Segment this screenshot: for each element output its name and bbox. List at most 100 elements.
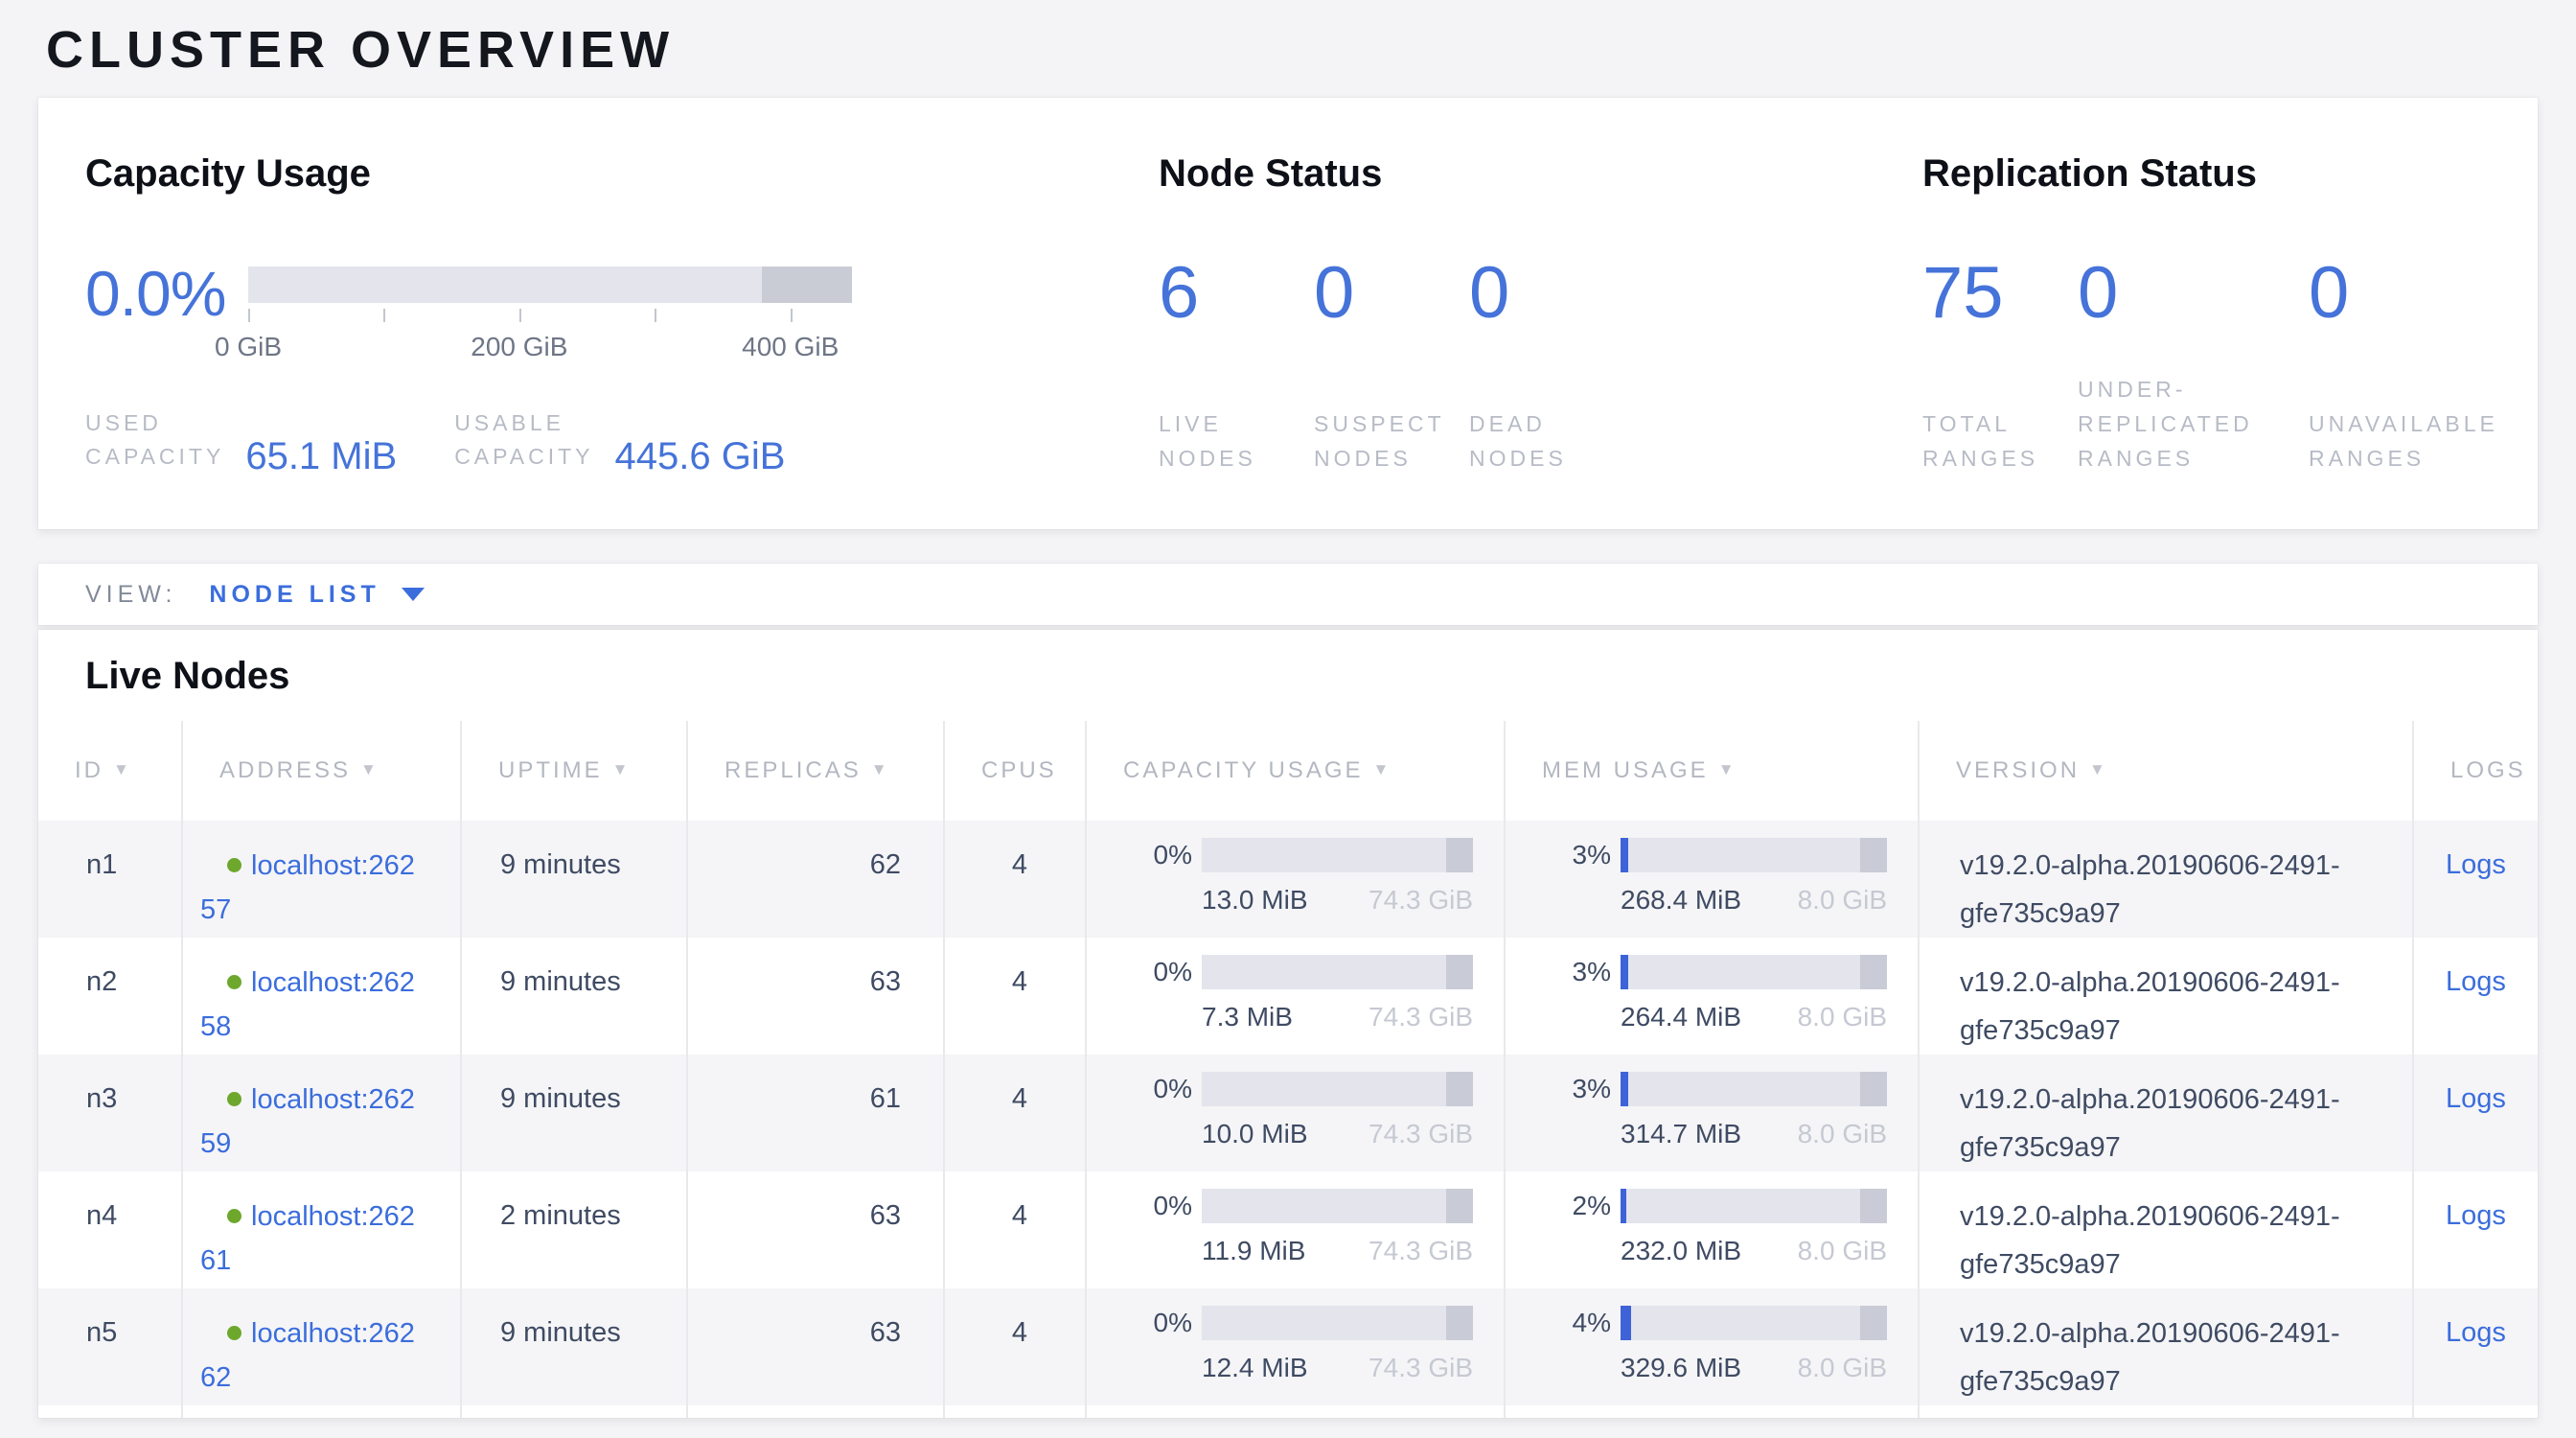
capacity-bar-endcap — [1446, 1189, 1473, 1223]
column-header-address[interactable]: ADDRESS▼ — [182, 721, 461, 821]
node-cpus-cell: 4 — [944, 1055, 1086, 1171]
replication-status-stats: 75TOTAL RANGES0UNDER- REPLICATED RANGES0… — [1922, 257, 2558, 475]
stat-live-nodes: 6 LIVE NODES — [1159, 257, 1314, 475]
mem-used-value: 264.4 MiB — [1621, 1002, 1741, 1032]
capacity-bar-endcap — [1446, 838, 1473, 872]
node-live-dot-icon — [227, 858, 242, 872]
view-bar: VIEW: NODE LIST — [38, 564, 2538, 625]
empty-cell — [1505, 1405, 1919, 1418]
sort-descending-icon: ▼ — [360, 760, 380, 778]
stat-value: 75 — [1922, 257, 2078, 330]
sort-descending-icon: ▼ — [1718, 760, 1737, 778]
mem-usage-cell: 4% 329.6 MiB8.0 GiB — [1505, 1288, 1919, 1405]
column-header-mem[interactable]: MEM USAGE▼ — [1505, 721, 1919, 821]
node-cpus-cell: 4 — [944, 1288, 1086, 1405]
capacity-used-value: 12.4 MiB — [1202, 1353, 1308, 1383]
mem-usage-cell: 3%264.4 MiB8.0 GiB — [1505, 938, 1919, 1055]
node-uptime-cell: 9 minutes — [461, 1288, 687, 1405]
capacity-meter: 0% — [1125, 1189, 1473, 1223]
table-row-partial — [38, 1405, 2538, 1418]
node-address-cell: localhost:26258 — [182, 938, 461, 1055]
logs-link[interactable]: Logs — [2446, 966, 2506, 997]
capacity-meter: 0 GiB200 GiB400 GiB — [248, 257, 852, 359]
mem-bar-fill — [1621, 1072, 1628, 1106]
capacity-percent: 0% — [1125, 1191, 1192, 1221]
mem-total-value: 8.0 GiB — [1798, 1236, 1887, 1266]
capacity-values: 10.0 MiB74.3 GiB — [1202, 1119, 1473, 1149]
mem-percent: 4% — [1544, 1308, 1611, 1338]
empty-cell — [2413, 1405, 2538, 1418]
view-selector[interactable]: NODE LIST — [209, 581, 380, 609]
mem-percent: 3% — [1544, 840, 1611, 870]
capacity-usage-cell: 0%7.3 MiB74.3 GiB — [1086, 938, 1505, 1055]
empty-cell — [1086, 1405, 1505, 1418]
mem-bar-endcap — [1860, 1072, 1887, 1106]
column-header-version[interactable]: VERSION▼ — [1919, 721, 2413, 821]
stat-unavailable-ranges: 0 UNAVAILABLE RANGES — [2309, 257, 2558, 475]
capacity-used-value: 10.0 MiB — [1202, 1119, 1308, 1149]
stat-label: LIVE NODES — [1159, 406, 1314, 475]
stat-value: 0 — [2309, 257, 2558, 330]
stat-label: SUSPECT NODES — [1314, 406, 1469, 475]
stat-value: 6 — [1159, 257, 1314, 330]
column-header-cpus: CPUS — [944, 721, 1086, 821]
node-version-cell: v19.2.0-alpha.20190606-2491-gfe735c9a97 — [1919, 1288, 2413, 1405]
mem-bar-endcap — [1860, 838, 1887, 872]
node-replicas-cell: 61 — [687, 1055, 944, 1171]
mem-bar — [1621, 955, 1887, 989]
capacity-bar — [1202, 1072, 1473, 1106]
logs-link[interactable]: Logs — [2446, 849, 2506, 880]
logs-link[interactable]: Logs — [2446, 1317, 2506, 1348]
table-row-n3: n3localhost:262599 minutes6140%10.0 MiB7… — [38, 1055, 2538, 1171]
capacity-total-value: 74.3 GiB — [1368, 1002, 1473, 1032]
node-id-cell: n3 — [38, 1055, 182, 1171]
node-logs-cell: Logs — [2413, 1171, 2538, 1288]
node-status-title: Node Status — [1159, 151, 1922, 196]
capacity-meter-endcap — [762, 267, 853, 303]
mem-values: 329.6 MiB8.0 GiB — [1621, 1353, 1887, 1383]
node-status-stats: 6 LIVE NODES 0 SUSPECT NODES0DEAD NODES — [1159, 257, 1922, 475]
stat-dead-nodes: 0DEAD NODES — [1469, 257, 1624, 475]
mem-used-value: 314.7 MiB — [1621, 1119, 1741, 1149]
chevron-down-icon[interactable] — [402, 588, 425, 601]
table-row-n1: n1localhost:262579 minutes6240%13.0 MiB7… — [38, 821, 2538, 938]
stat-value: 0 — [1314, 257, 1469, 330]
stat-label: UNAVAILABLE RANGES — [2309, 406, 2558, 475]
capacity-meter-axis: 0 GiB200 GiB400 GiB — [248, 309, 852, 364]
capacity-meter-block: 0.0% 0 GiB200 GiB400 GiB — [85, 257, 1159, 359]
node-version-cell: v19.2.0-alpha.20190606-2491-gfe735c9a97 — [1919, 1055, 2413, 1171]
capacity-used-value: 13.0 MiB — [1202, 885, 1308, 916]
mem-values: 314.7 MiB8.0 GiB — [1621, 1119, 1887, 1149]
table-row-n4: n4localhost:262612 minutes6340%11.9 MiB7… — [38, 1171, 2538, 1288]
usable-capacity-label: USABLE CAPACITY — [454, 406, 593, 474]
mem-usage-cell: 3%314.7 MiB8.0 GiB — [1505, 1055, 1919, 1171]
stat-value: 0 — [2078, 257, 2309, 330]
empty-cell — [687, 1405, 944, 1418]
node-id-cell: n1 — [38, 821, 182, 938]
mem-bar-endcap — [1860, 1306, 1887, 1340]
mem-total-value: 8.0 GiB — [1798, 1002, 1887, 1032]
column-header-label: CPUS — [981, 757, 1057, 783]
mem-bar-endcap — [1860, 955, 1887, 989]
column-header-replicas[interactable]: REPLICAS▼ — [687, 721, 944, 821]
empty-cell — [461, 1405, 687, 1418]
column-header-label: ID — [75, 757, 104, 783]
column-header-capacity[interactable]: CAPACITY USAGE▼ — [1086, 721, 1505, 821]
capacity-usage-cell: 0%12.4 MiB74.3 GiB — [1086, 1288, 1505, 1405]
logs-link[interactable]: Logs — [2446, 1083, 2506, 1114]
node-cpus-cell: 4 — [944, 1171, 1086, 1288]
sort-descending-icon: ▼ — [871, 760, 890, 778]
axis-tick — [519, 309, 521, 322]
mem-percent: 2% — [1544, 1191, 1611, 1221]
capacity-stats-row: USED CAPACITY 65.1 MiB USABLE CAPACITY 4… — [85, 406, 1159, 474]
column-header-id[interactable]: ID ▼ — [38, 721, 182, 821]
mem-bar — [1621, 1189, 1887, 1223]
empty-cell — [38, 1405, 182, 1418]
mem-bar-fill — [1621, 1306, 1631, 1340]
capacity-bar-endcap — [1446, 1306, 1473, 1340]
sort-descending-icon: ▼ — [113, 760, 132, 778]
logs-link[interactable]: Logs — [2446, 1200, 2506, 1231]
usable-capacity-stat: USABLE CAPACITY 445.6 GiB — [454, 406, 785, 474]
column-header-uptime[interactable]: UPTIME▼ — [461, 721, 687, 821]
mem-bar-fill — [1621, 1189, 1626, 1223]
